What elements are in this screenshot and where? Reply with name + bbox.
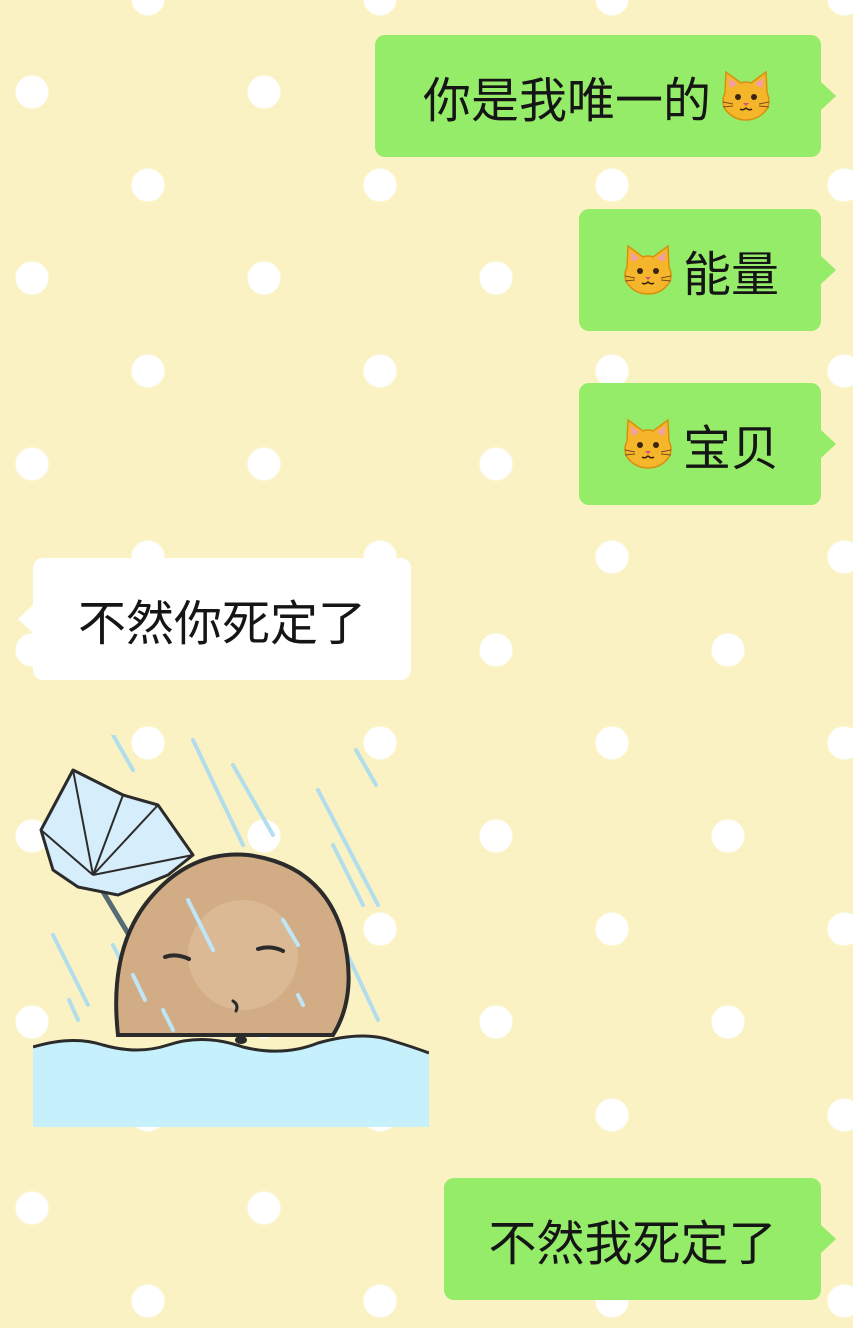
message-bubble-outgoing[interactable]: 能量 [579,209,836,331]
message-text: 你是我唯一的 [422,73,711,129]
chat-view: 你是我唯一的 能量 宝贝 不然你死定了 不然我死定了 [0,0,853,1328]
cat-face-icon [621,243,675,297]
message-text: 宝贝 [682,421,779,477]
potato-sticker-image [32,733,430,1127]
message-bubble-outgoing[interactable]: 你是我唯一的 [375,35,836,157]
message-bubble-incoming[interactable]: 不然你死定了 [18,558,411,680]
message-bubble-outgoing[interactable]: 宝贝 [579,383,836,505]
cat-face-icon [621,417,675,471]
sticker-potato-in-rain[interactable] [32,733,430,1127]
cat-face-icon [719,69,773,123]
message-bubble-outgoing[interactable]: 不然我死定了 [444,1178,836,1300]
message-text: 不然我死定了 [488,1216,777,1272]
message-text: 不然你死定了 [77,596,366,652]
message-text: 能量 [682,247,779,303]
